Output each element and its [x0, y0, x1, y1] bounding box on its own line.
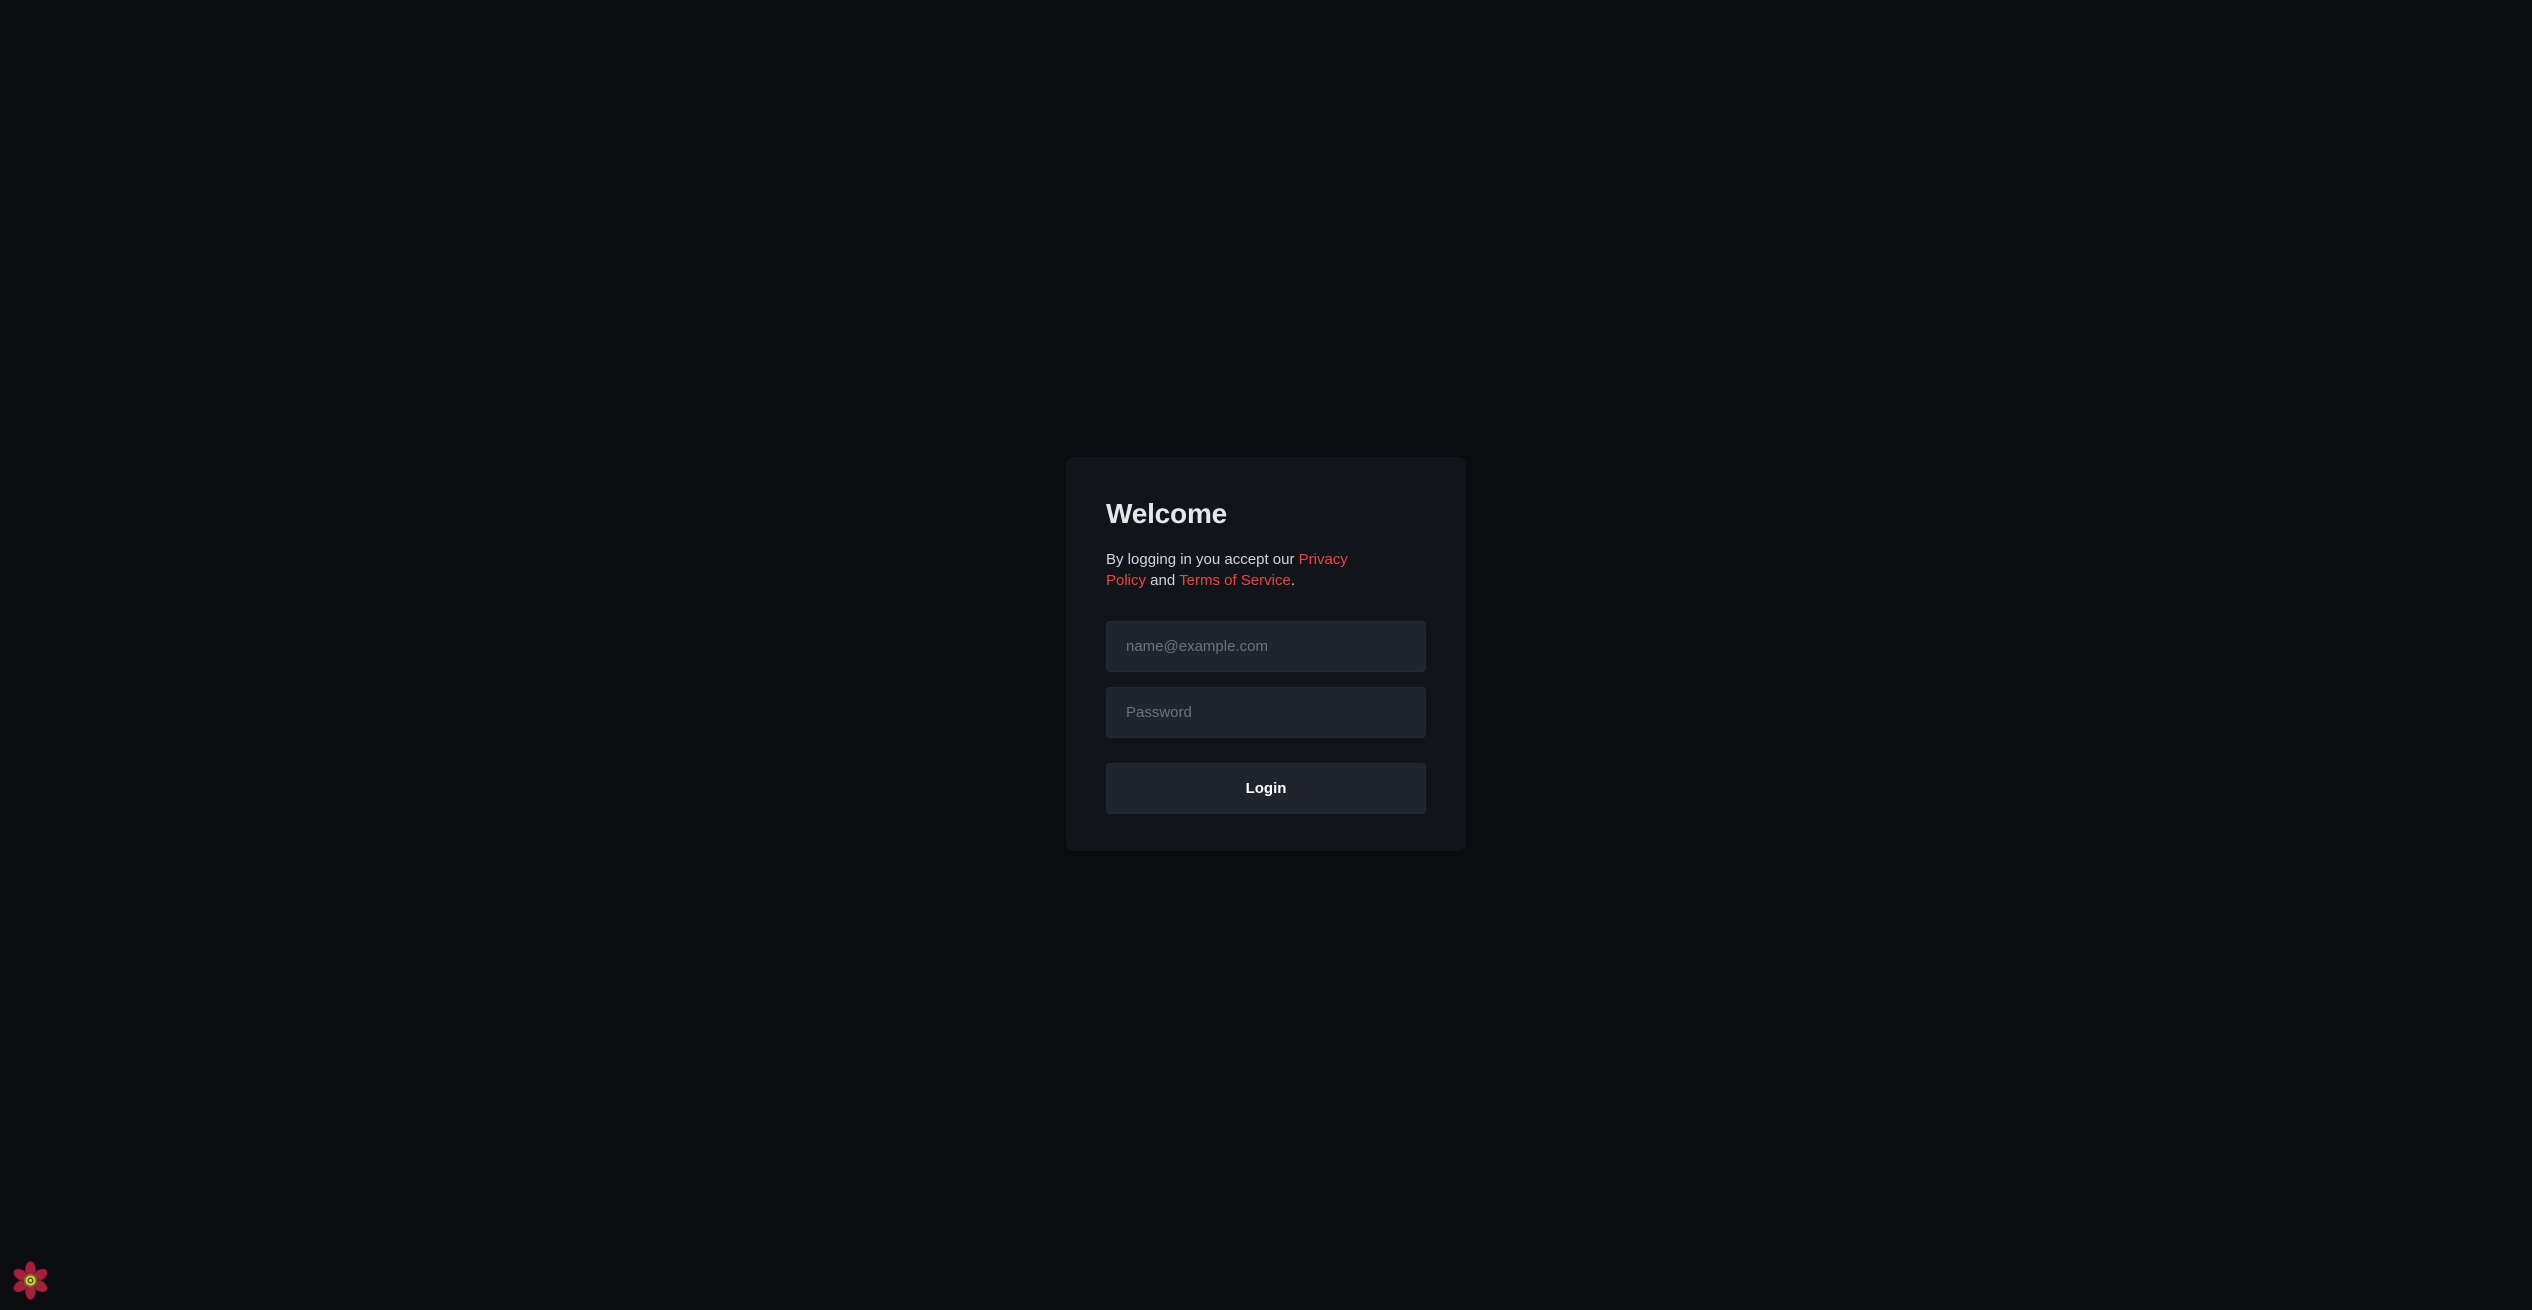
login-card: Welcome By logging in you accept our Pri… [1066, 457, 1466, 851]
login-page: Welcome By logging in you accept our Pri… [0, 0, 2532, 1310]
terms-of-service-link[interactable]: Terms of Service [1179, 572, 1291, 589]
flower-logo-icon[interactable] [10, 1260, 51, 1301]
terms-prefix: By logging in you accept our [1106, 551, 1299, 568]
terms-notice: By logging in you accept our Privacy Pol… [1106, 549, 1366, 591]
terms-middle: and [1146, 572, 1180, 589]
terms-suffix: . [1290, 572, 1295, 589]
email-field[interactable] [1106, 621, 1426, 672]
page-title: Welcome [1106, 498, 1228, 529]
login-button[interactable]: Login [1106, 763, 1426, 814]
password-field[interactable] [1106, 687, 1426, 738]
